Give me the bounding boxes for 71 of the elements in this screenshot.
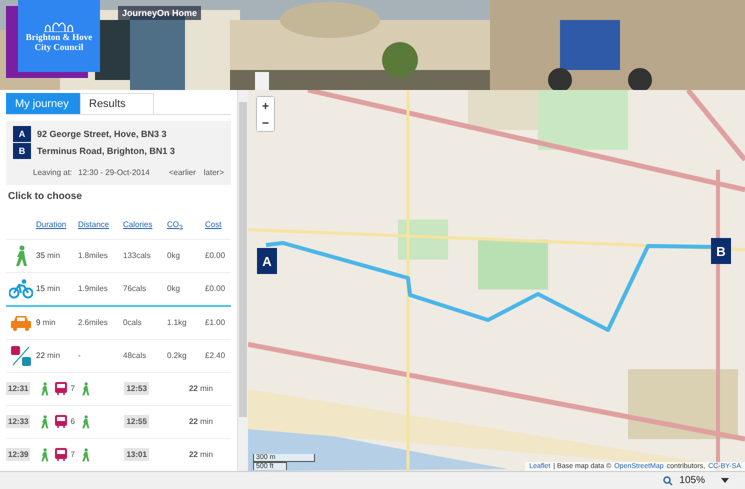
co2-amount: 0kg bbox=[167, 284, 181, 294]
duration: 22 min bbox=[188, 417, 213, 426]
destination-address: Terminus Road, Brighton, BN1 3 bbox=[37, 146, 175, 156]
duration: 22 min bbox=[188, 450, 213, 460]
tab[interactable]: Results bbox=[80, 93, 154, 114]
cost: £0.00 bbox=[205, 251, 226, 260]
leaving-time: 12:30 - 29-Oct-2014 bbox=[78, 168, 150, 177]
route-number: 7 bbox=[70, 450, 75, 460]
walking-icon bbox=[14, 244, 28, 267]
departure-time: 12:31 bbox=[6, 382, 30, 396]
cost: £1.00 bbox=[205, 318, 226, 328]
cost: £2.40 bbox=[205, 351, 226, 360]
walking-icon bbox=[80, 448, 90, 462]
scrollbar[interactable] bbox=[237, 90, 248, 471]
zoom-level: 105% bbox=[679, 475, 705, 486]
later-link[interactable]: later> bbox=[204, 168, 224, 177]
distance: - bbox=[78, 351, 82, 360]
bus-icon bbox=[55, 448, 68, 462]
walking-icon bbox=[40, 414, 50, 429]
walking-icon bbox=[40, 382, 50, 396]
destination-badge: B bbox=[13, 142, 31, 158]
trip-row[interactable]: 12:33 6 12:55 22 min bbox=[6, 406, 231, 439]
earlier-link[interactable]: <earlier bbox=[168, 168, 196, 177]
calories: 48cals bbox=[123, 351, 148, 360]
distance: 1.8miles bbox=[78, 251, 109, 260]
mode-row[interactable]: 35 min 1.8miles 133cals 0kg £0.00 bbox=[6, 240, 231, 273]
zoom-icon bbox=[663, 476, 674, 486]
co2-amount: 0.2kg bbox=[167, 351, 188, 360]
origin-address: 92 George Street, Hove, BN3 3 bbox=[37, 128, 167, 138]
duration: 22 min bbox=[188, 384, 213, 394]
duration: 9 min bbox=[36, 318, 57, 328]
walking-icon bbox=[80, 414, 90, 429]
origin-badge: A bbox=[13, 126, 31, 142]
column-header[interactable]: Duration bbox=[36, 220, 78, 232]
map-marker[interactable]: B bbox=[711, 238, 731, 264]
map-marker[interactable]: A bbox=[257, 248, 277, 274]
departure-time: 12:39 bbox=[6, 448, 30, 462]
car-icon bbox=[10, 314, 32, 331]
dropdown-icon[interactable] bbox=[721, 478, 729, 483]
distance: 2.6miles bbox=[78, 318, 109, 328]
column-header[interactable]: Cost bbox=[205, 220, 237, 232]
bus-icon bbox=[55, 382, 68, 396]
duration: 35 min bbox=[36, 251, 62, 260]
duration: 22 min bbox=[36, 351, 62, 360]
co2-amount: 1.1kg bbox=[167, 318, 188, 328]
arrival-time: 13:01 bbox=[124, 448, 149, 462]
mode-row[interactable]: 22 min - 48cals 0.2kg £2.40 bbox=[6, 340, 231, 373]
cycling-icon bbox=[9, 278, 33, 299]
duration: 15 min bbox=[36, 284, 62, 294]
calories: 0cals bbox=[123, 318, 143, 328]
walking-icon bbox=[40, 448, 50, 462]
trip-row[interactable]: 12:31 7 12:53 22 min bbox=[6, 372, 231, 406]
column-header[interactable]: Distance bbox=[78, 220, 123, 232]
departure-time: 12:33 bbox=[6, 415, 30, 428]
column-header[interactable]: CO$_{2}$ bbox=[167, 220, 205, 232]
route-number: 7 bbox=[70, 384, 75, 394]
mode-row[interactable]: 9 min 2.6miles 0cals 1.1kg £1.00 bbox=[6, 306, 231, 340]
distance: 1.9miles bbox=[78, 284, 109, 294]
leaving-label: Leaving at: bbox=[33, 168, 72, 177]
arrival-time: 12:53 bbox=[124, 382, 149, 396]
walking-icon bbox=[80, 382, 90, 396]
cost: £0.00 bbox=[205, 284, 226, 294]
route-number: 6 bbox=[70, 417, 75, 426]
section-title: Click to choose bbox=[8, 191, 83, 202]
arrival-time: 12:55 bbox=[124, 415, 149, 428]
mode-row[interactable]: 15 min 1.9miles 76cals 0kg £0.00 bbox=[6, 272, 231, 307]
column-header[interactable]: Calories bbox=[123, 220, 167, 232]
bus-icon bbox=[55, 415, 68, 428]
calories: 133cals bbox=[123, 251, 152, 260]
calories: 76cals bbox=[123, 284, 148, 294]
co2-amount: 0kg bbox=[167, 251, 181, 260]
